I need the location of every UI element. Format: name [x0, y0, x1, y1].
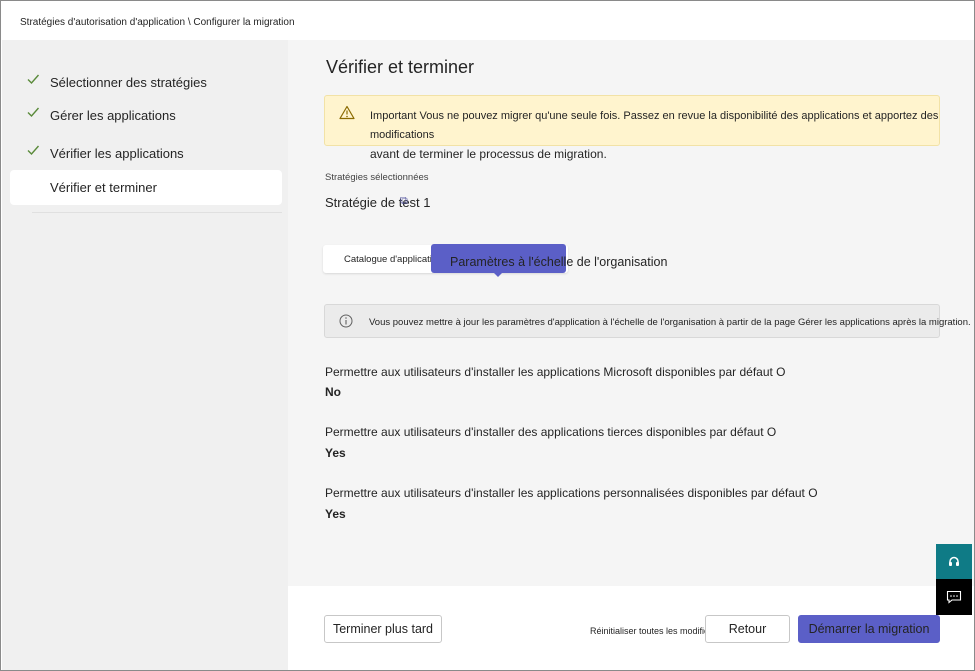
headset-help-icon	[949, 556, 959, 566]
setting-question: Permettre aux utilisateurs d'installer d…	[325, 425, 777, 439]
chat-feedback-icon	[946, 590, 962, 604]
info-circle-icon	[339, 314, 353, 328]
step-label: Vérifier et terminer	[50, 180, 157, 195]
start-migration-button[interactable]: Démarrer la migration	[798, 615, 940, 643]
feedback-button[interactable]	[936, 579, 972, 615]
step-label: Sélectionner des stratégies	[50, 75, 207, 90]
app-window: Stratégies d'autorisation d'application …	[0, 0, 975, 671]
help-button[interactable]	[936, 544, 972, 579]
warning-banner: Important Vous ne pouvez migrer qu'une s…	[324, 95, 940, 161]
step-review-apps[interactable]: Vérifier les applications	[10, 136, 282, 171]
tab-caret	[493, 272, 503, 277]
step-review-finish[interactable]: Vérifier et terminer	[10, 170, 282, 205]
warning-text: Important Vous ne pouvez migrer qu'une s…	[370, 107, 940, 164]
step-manage-apps[interactable]: Gérer les applications	[10, 98, 282, 133]
checkmark-icon	[27, 107, 40, 118]
steps-sidebar: Sélectionner des stratégies Gérer les ap…	[2, 40, 288, 670]
main-panel: Vérifier et terminer Important Vous ne p…	[288, 40, 974, 586]
info-text: Vous pouvez mettre à jour les paramètres…	[369, 317, 971, 328]
back-button[interactable]: Retour	[705, 615, 790, 643]
page-title: Vérifier et terminer	[326, 57, 475, 77]
setting-question: Permettre aux utilisateurs d'installer l…	[325, 486, 818, 500]
policy-link-icon[interactable]: ⧉	[400, 195, 408, 208]
policy-name: Stratégie de test 1	[325, 195, 431, 210]
setting-answer: No	[325, 385, 341, 399]
checkmark-icon	[27, 74, 40, 85]
setting-answer: Yes	[325, 507, 346, 521]
step-select-policies[interactable]: Sélectionner des stratégies	[10, 65, 282, 100]
tab-org-settings-label[interactable]: Paramètres à l'échelle de l'organisation	[450, 255, 667, 269]
selected-policies-label: Stratégies sélectionnées	[325, 172, 429, 183]
checkmark-icon	[27, 145, 40, 156]
sidebar-divider	[32, 212, 282, 213]
breadcrumb: Stratégies d'autorisation d'application …	[20, 17, 295, 28]
step-label: Gérer les applications	[50, 108, 176, 123]
warning-line-1: Important Vous ne pouvez migrer qu'une s…	[370, 110, 939, 141]
setting-question: Permettre aux utilisateurs d'installer l…	[325, 365, 786, 379]
warning-triangle-icon	[339, 105, 355, 120]
info-banner: Vous pouvez mettre à jour les paramètres…	[324, 304, 971, 338]
footer-bar: Terminer plus tard Réinitialiser toutes …	[288, 586, 974, 670]
finish-later-button[interactable]: Terminer plus tard	[324, 615, 442, 643]
setting-answer: Yes	[325, 446, 346, 460]
step-label: Vérifier les applications	[50, 146, 184, 161]
warning-line-2: avant de terminer le processus de migrat…	[370, 147, 607, 161]
